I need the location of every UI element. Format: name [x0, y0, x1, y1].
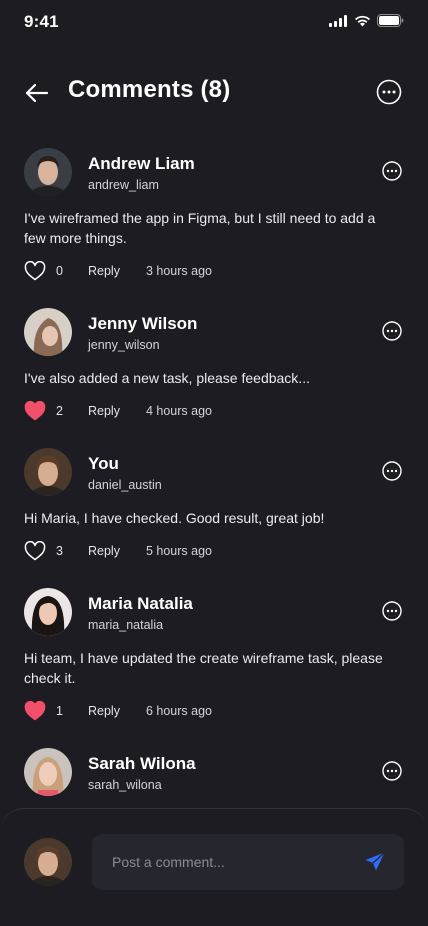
avatar[interactable]	[24, 748, 72, 796]
reply-button[interactable]: Reply	[88, 704, 120, 718]
comment-time: 4 hours ago	[145, 404, 212, 418]
comment-author[interactable]: Sarah Wilona	[88, 754, 196, 774]
like-count: 1	[56, 704, 63, 718]
comment-text: I've also added a new task, please feedb…	[24, 370, 310, 386]
more-options-button[interactable]	[376, 79, 402, 105]
send-icon[interactable]	[364, 851, 386, 873]
heart-icon	[24, 261, 46, 281]
comment-text: I've wireframed the app in Figma, but I …	[24, 210, 376, 246]
page-title: Comments (8)	[68, 76, 231, 103]
comment-handle: andrew_liam	[88, 178, 159, 192]
comment-time: 5 hours ago	[145, 544, 212, 558]
heart-icon	[24, 541, 46, 561]
comment-composer	[0, 808, 428, 926]
more-options-button[interactable]	[382, 601, 402, 621]
comment-text: Hi Maria, I have checked. Good result, g…	[24, 510, 325, 526]
like-count: 3	[56, 544, 63, 558]
status-icons	[329, 14, 404, 27]
comment-input-container	[92, 834, 404, 890]
comment-handle: maria_natalia	[88, 618, 164, 632]
comment-actions: 3 Reply 5 hours ago	[24, 540, 212, 562]
like-count: 2	[56, 404, 63, 418]
more-options-button[interactable]	[382, 161, 402, 181]
reply-button[interactable]: Reply	[88, 404, 120, 418]
battery-icon	[377, 14, 404, 27]
comment-time: 6 hours ago	[145, 704, 212, 718]
like-button[interactable]	[24, 260, 48, 282]
wifi-icon	[355, 15, 370, 26]
avatar[interactable]	[24, 148, 72, 196]
comment-author[interactable]: Andrew Liam	[88, 154, 195, 174]
more-options-button[interactable]	[382, 321, 402, 341]
arrow-left-icon	[25, 83, 49, 103]
back-button[interactable]	[22, 78, 52, 108]
signal-icon	[329, 14, 347, 27]
comment-actions: 0 Reply 3 hours ago	[24, 260, 212, 282]
reply-button[interactable]: Reply	[88, 544, 120, 558]
comment-handle: jenny_wilson	[88, 338, 160, 352]
avatar[interactable]	[24, 588, 72, 636]
comment-actions: 1 Reply 6 hours ago	[24, 700, 212, 722]
avatar[interactable]	[24, 308, 72, 356]
comment-handle: sarah_wilona	[88, 778, 162, 792]
more-options-button[interactable]	[382, 461, 402, 481]
comment-handle: daniel_austin	[88, 478, 162, 492]
comment-author[interactable]: Jenny Wilson	[88, 314, 197, 334]
comment-text: Hi team, I have updated the create wiref…	[24, 650, 383, 686]
reply-button[interactable]: Reply	[88, 264, 120, 278]
comment-time: 3 hours ago	[145, 264, 212, 278]
like-button[interactable]	[24, 540, 48, 562]
comment-author[interactable]: You	[88, 454, 119, 474]
heart-icon	[24, 701, 46, 721]
status-time: 9:41	[24, 12, 59, 31]
comment-author[interactable]: Maria Natalia	[88, 594, 193, 614]
like-button[interactable]	[24, 400, 48, 422]
avatar[interactable]	[24, 448, 72, 496]
header: Comments (8)	[0, 64, 428, 120]
avatar[interactable]	[24, 838, 72, 886]
status-bar: 9:41	[0, 0, 428, 44]
heart-icon	[24, 401, 46, 421]
more-options-button[interactable]	[382, 761, 402, 781]
like-button[interactable]	[24, 700, 48, 722]
comment-actions: 2 Reply 4 hours ago	[24, 400, 212, 422]
comment-input[interactable]	[92, 834, 342, 890]
like-count: 0	[56, 264, 63, 278]
